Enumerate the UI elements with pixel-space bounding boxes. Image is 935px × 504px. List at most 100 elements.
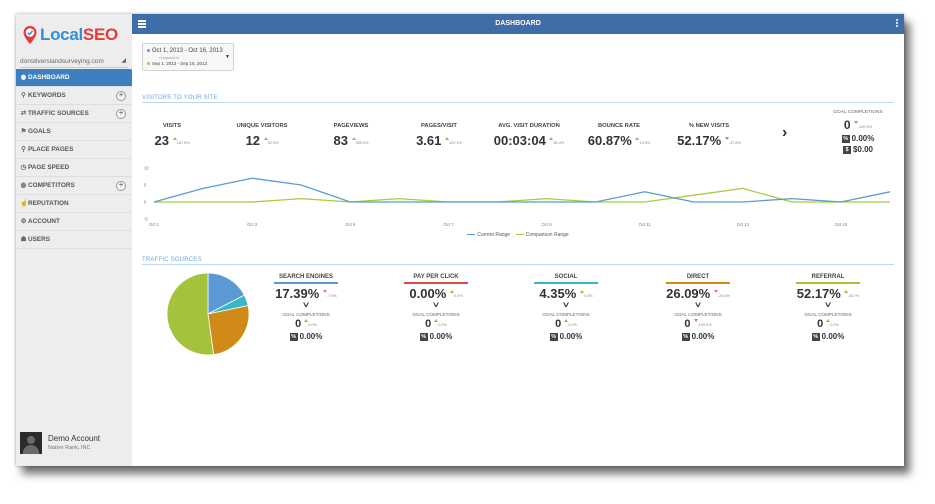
source-goal-change: 0.0% bbox=[308, 323, 317, 327]
expand-plus-icon[interactable]: + bbox=[116, 181, 126, 191]
source-goal-title: GOAL COMPLETIONS bbox=[412, 312, 460, 317]
metric-label: PAGEVIEWS bbox=[333, 123, 369, 129]
account-panel[interactable]: Demo Account Native Rank, INC bbox=[20, 432, 128, 456]
chevron-down-icon[interactable]: ∨ bbox=[629, 300, 767, 309]
source-label: PAY PER CLICK bbox=[413, 274, 459, 280]
up-arrow-icon bbox=[172, 137, 177, 140]
x-tick-label: Oct 5 bbox=[345, 222, 356, 227]
source-value: 26.09% bbox=[666, 286, 711, 301]
source-label: REFERRAL bbox=[811, 274, 845, 280]
x-tick-label: Oct 15 bbox=[835, 222, 848, 227]
source-goal-title: GOAL COMPLETIONS bbox=[674, 312, 722, 317]
legend-comparison-label: Comparison Range bbox=[525, 232, 569, 238]
more-options-icon[interactable] bbox=[896, 19, 898, 28]
chevron-down-icon[interactable]: ∨ bbox=[237, 300, 375, 309]
source-goal-count: 0 bbox=[555, 318, 562, 330]
metric-value: 23 bbox=[154, 133, 169, 148]
goal-completions-count: 0 bbox=[843, 118, 851, 132]
source-goal-title: GOAL COMPLETIONS bbox=[282, 312, 330, 317]
chevron-down-icon[interactable]: ∨ bbox=[497, 300, 635, 309]
source-label: SEARCH ENGINES bbox=[278, 274, 333, 280]
up-arrow-icon bbox=[579, 290, 584, 293]
legend-current-swatch bbox=[467, 233, 476, 236]
up-arrow-icon bbox=[826, 319, 831, 322]
traffic-sources-pie-chart bbox=[166, 272, 250, 356]
metric-pageviews: PAGEVIEWS 83 550.5% bbox=[306, 123, 396, 148]
goal-completions-summary: GOAL COMPLETIONS 0 -100.0% % 0.00% $ $0.00 bbox=[812, 110, 904, 154]
goal-completions-change: -100.0% bbox=[857, 125, 873, 129]
sidebar-item-label: TRAFFIC SOURCES bbox=[28, 110, 89, 117]
metric-change: 550.5% bbox=[355, 141, 369, 145]
goal-value: $0.00 bbox=[852, 145, 874, 154]
source-color-bar bbox=[796, 282, 860, 284]
metric-label: PAGES/VISIT bbox=[421, 123, 457, 129]
up-arrow-icon bbox=[434, 319, 439, 322]
source-pay-per-click: PAY PER CLICK 0.00% 0.0% ∨ GOAL COMPLETIONS… bbox=[390, 274, 482, 341]
user-icon: ☗ bbox=[20, 236, 27, 243]
source-goal-rate: 0.00% bbox=[821, 332, 845, 341]
down-arrow-icon bbox=[724, 137, 729, 140]
sidebar-item-place-pages[interactable]: ⚲ PLACE PAGES bbox=[16, 141, 132, 159]
sidebar-item-label: ACCOUNT bbox=[28, 218, 60, 225]
source-goal-change: 0.0% bbox=[438, 323, 447, 327]
dollar-icon: $ bbox=[842, 146, 851, 154]
up-arrow-icon bbox=[549, 137, 554, 140]
metric-bounce-rate: BOUNCE RATE 60.87% 13.5% bbox=[574, 123, 664, 148]
source-label: DIRECT bbox=[686, 274, 710, 280]
location-pin-icon bbox=[23, 26, 37, 44]
chevron-right-icon[interactable]: › bbox=[782, 124, 787, 142]
sidebar-item-reputation[interactable]: ☝ REPUTATION bbox=[16, 195, 132, 213]
comparison-date-range: Sep 1, 2013 - Sep 16, 2013 bbox=[152, 61, 208, 66]
sidebar-item-traffic-sources[interactable]: ⇄ TRAFFIC SOURCES + bbox=[16, 105, 132, 123]
sidebar-item-goals[interactable]: ⚑ GOALS bbox=[16, 123, 132, 141]
sidebar-item-users[interactable]: ☗ USERS bbox=[16, 231, 132, 249]
map-pin-icon: ⚲ bbox=[21, 146, 26, 153]
goal-conversion-rate: 0.00% bbox=[851, 134, 875, 143]
logo-local-text: Local bbox=[40, 25, 83, 44]
pie-slice-direct[interactable] bbox=[207, 305, 250, 356]
source-label: SOCIAL bbox=[554, 274, 578, 280]
metric-label: VISITS bbox=[162, 123, 182, 129]
up-arrow-icon bbox=[844, 290, 849, 293]
x-tick-label: Oct 11 bbox=[639, 222, 652, 227]
hamburger-menu-icon[interactable] bbox=[138, 20, 146, 28]
date-range-picker[interactable]: Oct 1, 2013 - Oct 16, 2013 Compared to S… bbox=[142, 43, 234, 71]
logo[interactable]: LocalSEO bbox=[22, 24, 118, 46]
caret-down-icon: ▼ bbox=[225, 54, 230, 60]
sidebar-item-dashboard[interactable]: ◉ DASHBOARD bbox=[16, 69, 136, 87]
x-tick-label: Oct 7 bbox=[443, 222, 454, 227]
source-goal-change: -100.0% bbox=[697, 323, 712, 327]
up-arrow-icon bbox=[449, 290, 454, 293]
metric-value: 12 bbox=[245, 133, 261, 148]
sidebar-item-account[interactable]: ⚙ ACCOUNT bbox=[16, 213, 132, 231]
chevron-down-icon[interactable]: ∨ bbox=[367, 300, 505, 309]
expand-plus-icon[interactable]: + bbox=[116, 109, 126, 119]
pie-slice-referral[interactable] bbox=[166, 272, 215, 356]
metric-change: 187.5% bbox=[176, 141, 190, 145]
sidebar-item-page-speed[interactable]: ◷ PAGE SPEED bbox=[16, 159, 132, 177]
account-company: Native Rank, INC bbox=[48, 445, 91, 451]
source-goal-rate: 0.00% bbox=[691, 332, 715, 341]
metric-value: 52.17% bbox=[677, 133, 722, 148]
metric-visits: VISITS 23 187.5% bbox=[127, 123, 217, 148]
percent-icon: % bbox=[419, 333, 428, 341]
source-change: -7.6% bbox=[326, 294, 337, 298]
source-change: 36.7% bbox=[848, 294, 860, 298]
up-arrow-icon bbox=[304, 319, 309, 322]
source-goal-title: GOAL COMPLETIONS bbox=[804, 312, 852, 317]
x-tick-label: Oct 3 bbox=[247, 222, 258, 227]
metric-unique-visitors: UNIQUE VISITORS 12 50.0% bbox=[217, 123, 307, 148]
x-tick-label: Oct 1 bbox=[149, 222, 160, 227]
expand-plus-icon[interactable]: + bbox=[116, 91, 126, 101]
sidebar-item-keywords[interactable]: ⚲ KEYWORDS + bbox=[16, 87, 132, 105]
metric-label: % NEW VISITS bbox=[688, 123, 730, 129]
site-selector[interactable]: donstiverslandsurveying.com ◢ bbox=[20, 56, 128, 68]
source-change: 4.3% bbox=[583, 294, 593, 298]
metric-value: 00:03:04 bbox=[493, 133, 546, 148]
up-arrow-icon bbox=[693, 319, 698, 322]
chevron-down-icon[interactable]: ∨ bbox=[759, 300, 897, 309]
source-goal-count: 0 bbox=[425, 318, 432, 330]
shuffle-icon: ⇄ bbox=[20, 110, 27, 117]
metric-value: 60.87% bbox=[587, 133, 632, 148]
sidebar-item-competitors[interactable]: ◍ COMPETITORS + bbox=[16, 177, 132, 195]
